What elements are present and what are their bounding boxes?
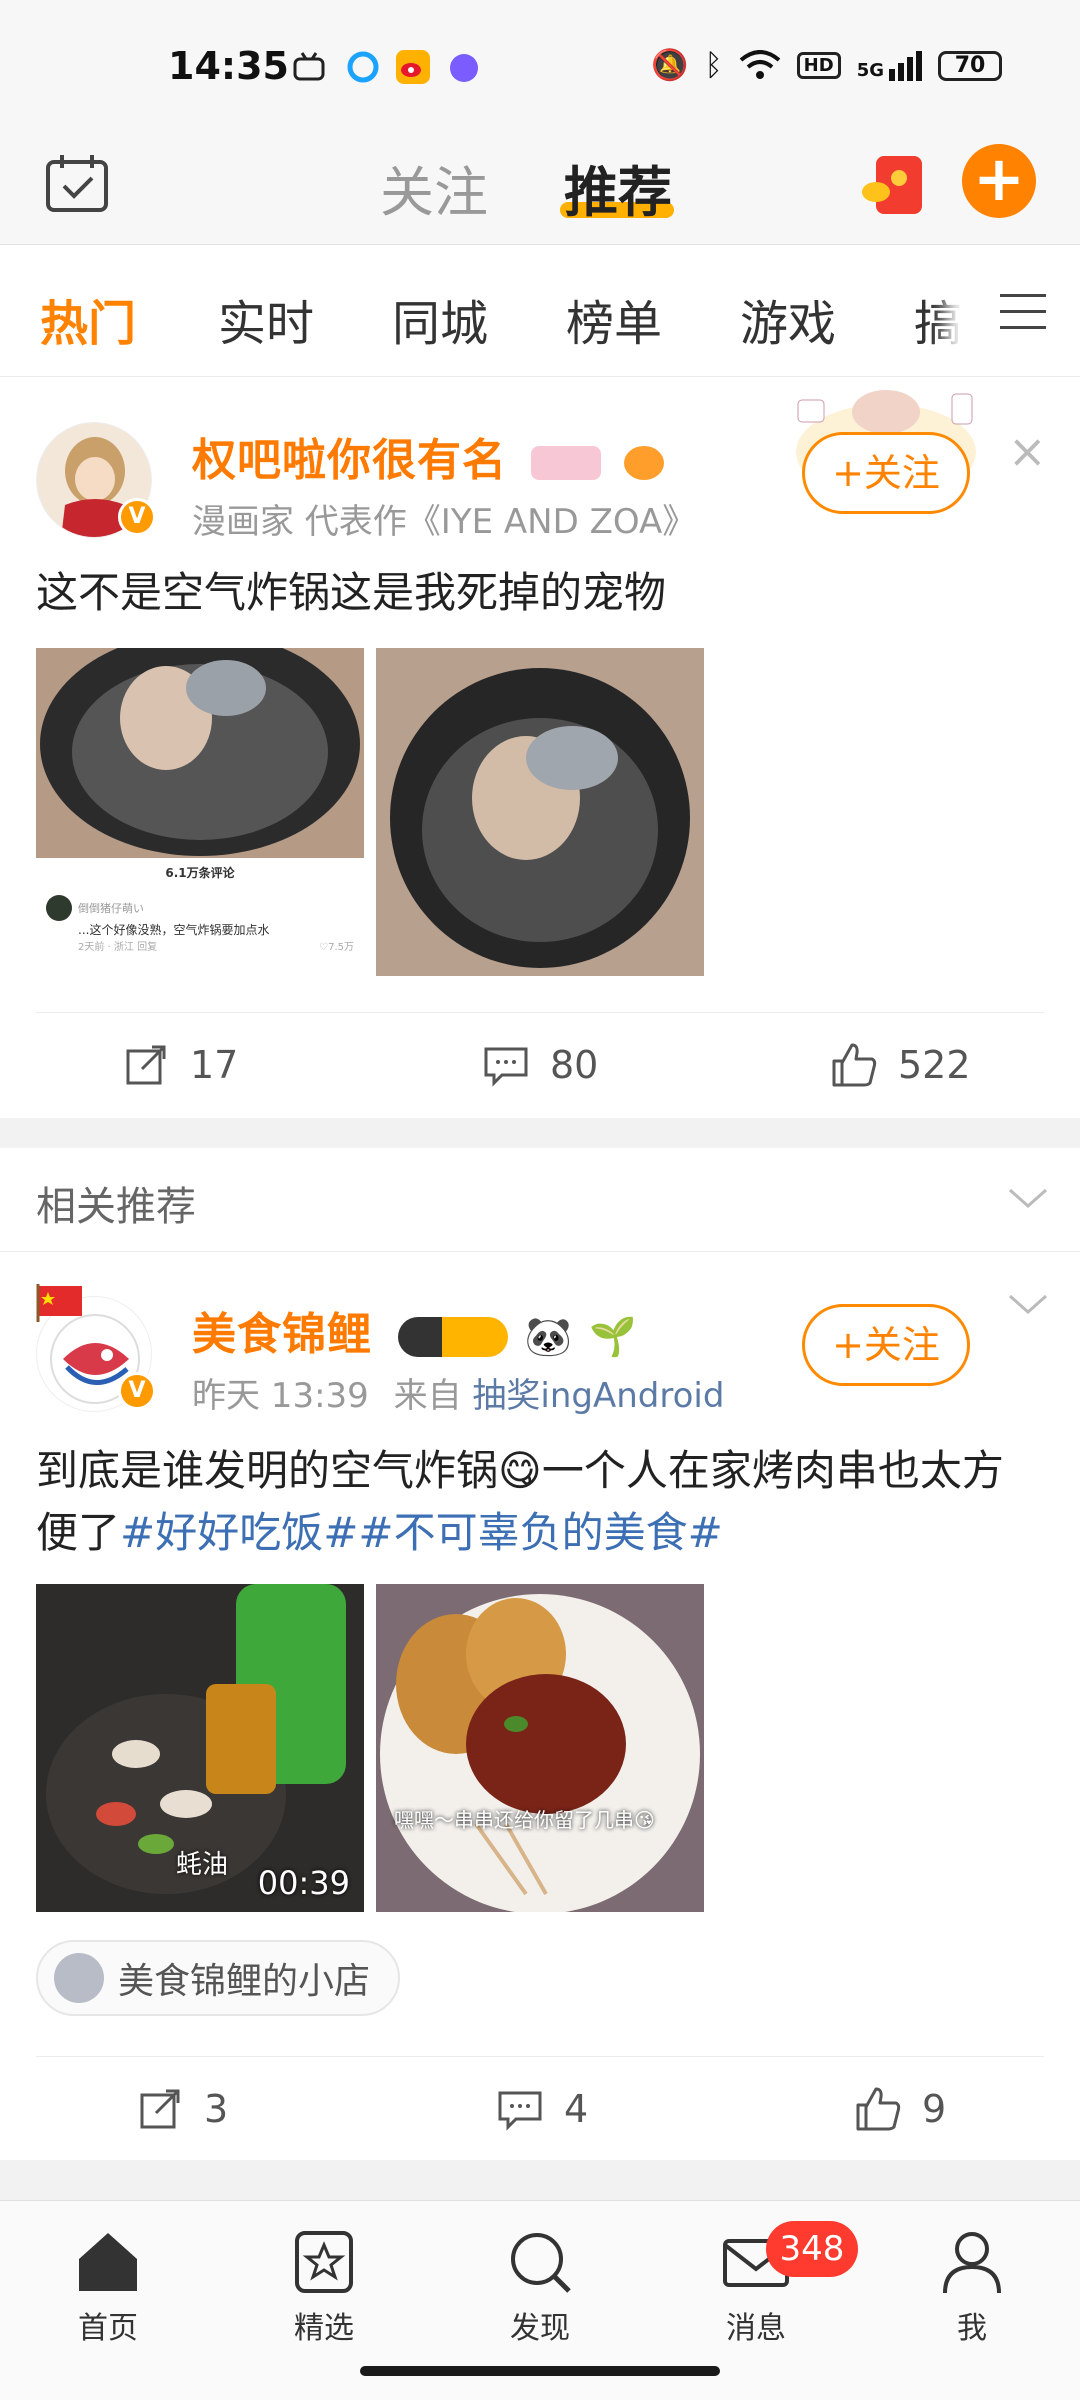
follow-button[interactable]: +关注 (802, 1304, 970, 1386)
post-text: 这不是空气炸锅这是我死掉的宠物 (36, 568, 667, 617)
channel-funny[interactable]: 搞 (914, 284, 962, 354)
post-author-name[interactable]: 权吧啦你很有名 (192, 424, 664, 488)
post-image[interactable]: 嘿嘿～串串还给你留了几串😘 (376, 1584, 704, 1912)
channel-menu-button[interactable] (960, 246, 1080, 376)
search-icon (511, 2233, 571, 2293)
feed-divider (0, 2160, 1080, 2200)
related-title: 相关推荐 (36, 1184, 196, 1230)
post-actions: 3 4 9 (36, 2056, 1044, 2166)
hashtag-link[interactable]: #好好吃饭# (120, 1508, 358, 1557)
vip-crown-badge-icon (398, 1317, 509, 1357)
post-image-1[interactable]: 6.1万条评论 倒倒猪仔萌い ...这个好像没熟，空气炸锅要加点水 2天前 · … (36, 648, 364, 976)
shop-link[interactable]: 美食锦鲤的小店 (36, 1940, 401, 2016)
comment-button[interactable]: 4 (496, 2085, 588, 2133)
status-bar: 14:35 🔕 ᛒ HD 5G 70 (0, 0, 1080, 130)
video-duration: 00:39 (257, 1864, 350, 1902)
check-in-calendar-icon[interactable] (44, 152, 110, 214)
channel-rankings[interactable]: 榜单 (566, 284, 662, 354)
verified-badge-icon: V (118, 498, 156, 536)
post-time: 昨天 13:39 (192, 1376, 369, 1416)
post-source[interactable]: 抽奖ingAndroid (472, 1376, 724, 1416)
verified-badge-icon: V (118, 1372, 156, 1410)
channel-hot[interactable]: 热门 (40, 284, 136, 354)
nav-me[interactable]: 我 (902, 2227, 1042, 2347)
repost-button[interactable]: 3 (136, 2085, 228, 2133)
qq-browser-notification-icon (346, 50, 380, 84)
post-meta: 昨天 13:39 来自 抽奖ingAndroid (192, 1376, 725, 1416)
channel-local[interactable]: 同城 (392, 284, 488, 354)
shop-icon (54, 1953, 104, 2003)
nav-discover[interactable]: 发现 (470, 2227, 610, 2347)
weibo-notification-icon (396, 50, 430, 84)
tab-recommend[interactable]: 推荐 (564, 148, 672, 227)
hd-badge: HD (796, 52, 841, 79)
author-description: 漫画家 代表作《IYE AND ZOA》 (192, 502, 697, 542)
signal-strength: 5G (857, 50, 922, 81)
thumbs-up-icon (856, 2087, 901, 2131)
fish-badge-icon (623, 446, 664, 480)
chevron-down-icon[interactable] (1008, 1178, 1048, 1218)
home-indicator[interactable] (360, 2366, 720, 2376)
follow-button[interactable]: +关注 (802, 432, 970, 514)
thumbs-up-icon (832, 1043, 877, 1087)
member-badge-icon (531, 446, 602, 480)
repost-icon (140, 2089, 180, 2129)
wifi-icon (739, 49, 780, 79)
related-recommendations-header: 相关推荐 (0, 1148, 1080, 1252)
close-icon[interactable]: × (1008, 424, 1047, 478)
channel-realtime[interactable]: 实时 (218, 284, 314, 354)
compose-button[interactable]: + (962, 144, 1036, 218)
comment-icon (498, 2091, 542, 2131)
status-indicators: 🔕 ᛒ HD 5G 70 (651, 48, 1002, 83)
mute-icon: 🔕 (651, 48, 689, 83)
hashtag-link[interactable]: #不可辜负的美食# (358, 1508, 722, 1557)
channel-games[interactable]: 游戏 (740, 284, 836, 354)
post-card[interactable]: V 美食锦鲤 🐼 🌱 昨天 13:39 来自 抽奖ingAndroid +关注 … (0, 1252, 1080, 2160)
star-card-icon (295, 2231, 353, 2293)
comment-icon (484, 1047, 528, 1087)
menu-icon (1000, 294, 1046, 342)
sprout-icon: 🌱 (589, 1314, 638, 1359)
post-actions: 17 80 522 (36, 1012, 1044, 1122)
video-caption: 蚝油 (176, 1850, 229, 1880)
tab-follow[interactable]: 关注 (380, 148, 488, 227)
chevron-down-icon[interactable] (1008, 1284, 1048, 1324)
post-card[interactable]: V 权吧啦你很有名 漫画家 代表作《IYE AND ZOA》 +关注 × 这不是… (0, 378, 1080, 1118)
battery-indicator: 70 (938, 50, 1002, 81)
app-notification-icon (450, 54, 478, 82)
status-time: 14:35 (168, 44, 289, 88)
like-button[interactable]: 9 (854, 2085, 946, 2133)
embedded-comment-screenshot: 6.1万条评论 倒倒猪仔萌い ...这个好像没熟，空气炸锅要加点水 2天前 · … (36, 858, 364, 976)
nav-featured[interactable]: 精选 (254, 2227, 394, 2347)
yum-emoji-icon: 😋 (498, 1446, 542, 1495)
flag-icon (36, 1284, 82, 1322)
person-icon (943, 2232, 1001, 2294)
feed-divider (0, 1118, 1080, 1148)
comment-button[interactable]: 80 (482, 1041, 598, 1089)
commenter-avatar (46, 895, 72, 921)
message-count-badge: 348 (766, 2221, 858, 2277)
top-nav: 关注 推荐 + (0, 130, 1080, 245)
repost-button[interactable]: 17 (122, 1041, 238, 1089)
post-text: 到底是谁发明的空气炸锅😋一个人在家烤肉串也太方便了#好好吃饭##不可辜负的美食# (36, 1446, 1004, 1557)
panda-icon: 🐼 (524, 1314, 573, 1359)
bilibili-notification-icon (292, 50, 326, 84)
post-image-2[interactable] (376, 648, 704, 976)
repost-icon (126, 1045, 166, 1085)
post-author-name[interactable]: 美食锦鲤 🐼 🌱 (192, 1298, 638, 1362)
bluetooth-icon: ᛒ (704, 48, 723, 83)
channel-tabs: 热门 实时 同城 榜单 游戏 搞 (0, 246, 1080, 377)
post-video[interactable]: 蚝油 00:39 (36, 1584, 364, 1912)
nav-home[interactable]: 首页 (38, 2227, 178, 2347)
like-button[interactable]: 522 (830, 1041, 971, 1089)
home-icon (79, 2233, 137, 2291)
image-caption: 嘿嘿～串串还给你留了几串😘 (394, 1808, 655, 1832)
red-packet-icon[interactable] (858, 148, 932, 220)
